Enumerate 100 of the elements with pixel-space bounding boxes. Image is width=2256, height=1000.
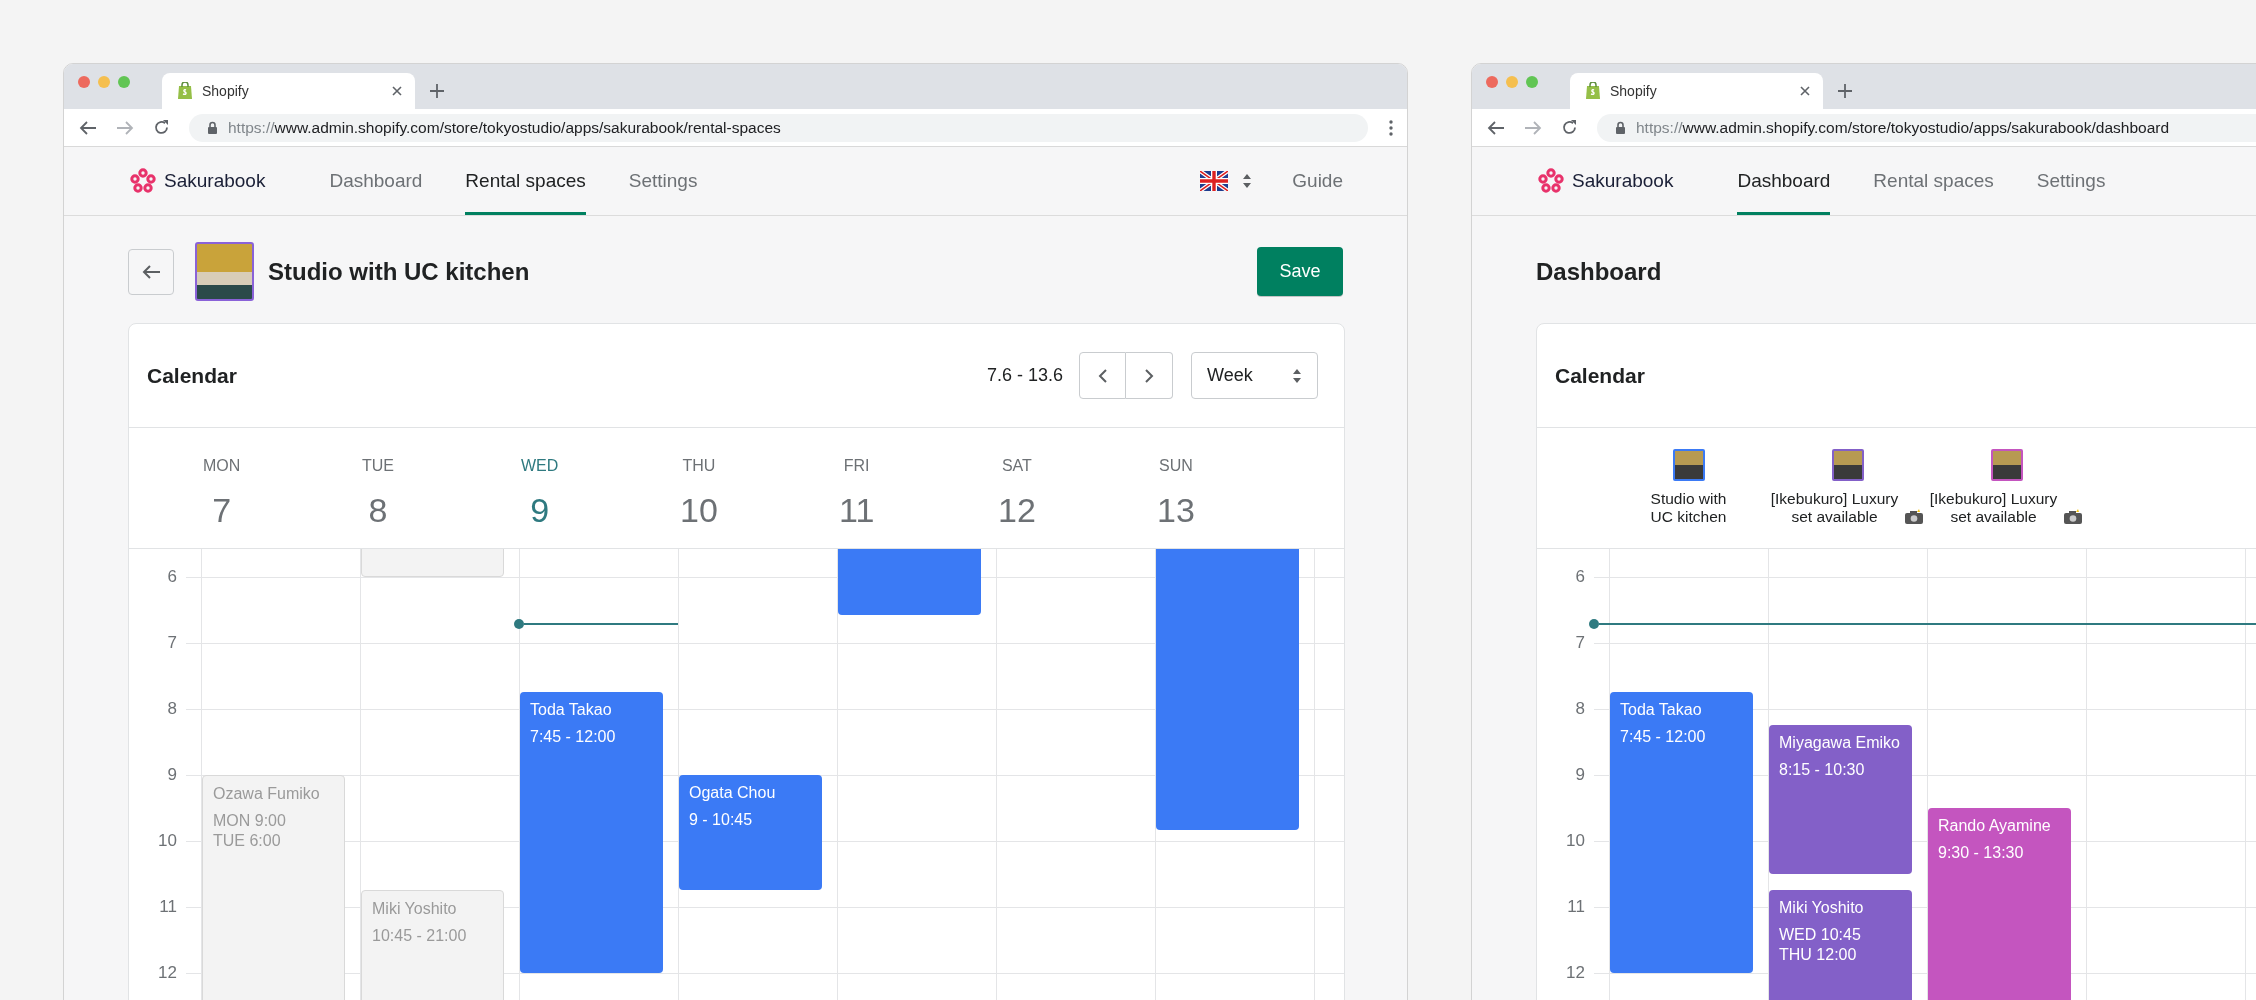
window-control[interactable] — [1526, 75, 1538, 88]
booking-time: WED 10:45 THU 12:00 — [1779, 925, 1862, 966]
back-arrow-icon[interactable] — [1487, 119, 1505, 136]
date-number[interactable]: 11 — [839, 490, 875, 530]
nav-tab[interactable]: Rental spaces — [1873, 147, 1994, 215]
nav-tab[interactable]: Settings — [2036, 147, 2106, 215]
photo-placeholder — [195, 242, 254, 301]
back-arrow-icon[interactable] — [79, 119, 97, 136]
hour-label: 10 — [157, 829, 177, 852]
reload-icon[interactable] — [153, 119, 170, 136]
booking-name: Rando Ayamine — [1938, 815, 2052, 836]
language-picker[interactable] — [1200, 171, 1253, 191]
booking-name: Miki Yoshito — [372, 899, 458, 920]
date-number[interactable]: 12 — [998, 490, 1036, 530]
booking-block[interactable]: Ozawa Fumiko MON 9:00 TUE 6:00 — [202, 774, 345, 1000]
booking-name: Toda Takao — [530, 700, 613, 721]
nav-tab[interactable]: Settings — [628, 147, 698, 215]
window-control[interactable] — [1486, 75, 1498, 88]
booking-block[interactable]: Rando Ayamine 9:30 - 13:30 — [1928, 807, 2071, 1000]
page-title: Studio with UC kitchen — [268, 257, 530, 287]
booking-time: 9 - 10:45 — [689, 809, 754, 830]
booking-block[interactable]: Toda Takao 7:45 - 12:00 — [520, 692, 663, 973]
forward-arrow-icon[interactable] — [1524, 119, 1542, 136]
booking-time: 9:30 - 13:30 — [1938, 842, 2025, 863]
date-number[interactable]: 9 — [530, 490, 550, 530]
hour-label: 6 — [166, 565, 177, 588]
guide-link[interactable]: Guide — [1292, 170, 1343, 192]
view-select[interactable]: Week — [1191, 352, 1318, 399]
save-button[interactable]: Save — [1257, 247, 1343, 296]
app-name: Sakurabook — [1572, 170, 1674, 192]
lock-icon — [1615, 120, 1626, 135]
booking-block[interactable]: Toda Takao 7:45 - 12:00 — [1610, 692, 1753, 973]
chevron-left-icon — [1097, 367, 1108, 384]
plus-icon[interactable] — [1837, 83, 1853, 99]
arrow-left-icon — [141, 263, 161, 280]
hour-label: 11 — [158, 895, 177, 918]
back-button[interactable] — [128, 248, 174, 295]
booking-time: 7:45 - 12:00 — [1620, 727, 1707, 748]
booking-block[interactable]: Miki Yoshito 10:45 - 21:00 — [361, 890, 504, 1000]
previous-button[interactable] — [1079, 352, 1126, 399]
browser-tab[interactable]: Shopify — [162, 73, 415, 109]
hour-label: 12 — [157, 961, 177, 984]
nav-tab[interactable]: Dashboard — [329, 147, 423, 215]
camera-icon — [1904, 509, 1925, 525]
app-name: Sakurabook — [164, 170, 266, 192]
hour-label: 9 — [166, 763, 177, 786]
booking-time: 8:15 - 10:30 — [1779, 760, 1866, 781]
address-bar[interactable]: https://www.admin.shopify.com/store/tokyostudio/apps/sakurabook/dashboard — [1597, 113, 2256, 142]
browser-tab[interactable]: Shopify — [1570, 73, 1823, 109]
shopping-bag-icon — [177, 82, 193, 100]
hour-label: 6 — [1574, 565, 1585, 588]
hour-label: 9 — [1574, 763, 1585, 786]
flower-icon — [130, 168, 156, 194]
hour-label: 11 — [1566, 895, 1585, 918]
date-number[interactable]: 13 — [1157, 490, 1195, 530]
flower-icon — [1538, 168, 1564, 194]
camera-icon — [2063, 509, 2084, 525]
booking-time: MON 9:00 TUE 6:00 — [213, 810, 287, 851]
hour-label: 10 — [1565, 829, 1585, 852]
weekday-label: FRI — [843, 456, 870, 476]
hour-label: 7 — [1574, 631, 1585, 654]
booking-name: Toda Takao — [1620, 700, 1703, 721]
window-control[interactable] — [118, 75, 130, 88]
weekday-label: TUE — [362, 456, 394, 476]
booking-block[interactable]: Miki Yoshito WED 10:45 THU 12:00 — [1769, 890, 1912, 1000]
booking-name: Ogata Chou — [689, 782, 777, 803]
window-control[interactable] — [1506, 75, 1518, 88]
sort-icon — [1292, 367, 1302, 384]
booking-block[interactable]: Miyagawa Emiko 8:15 - 10:30 — [1769, 725, 1912, 874]
booking-name: Miki Yoshito — [1779, 898, 1865, 919]
space-name: [Ikebukuro] Luxury set available — [1929, 490, 2058, 526]
booking-time: 7:45 - 12:00 — [530, 727, 617, 748]
calendar-title: Calendar — [147, 363, 238, 388]
space-name: Studio with UC kitchen — [1650, 490, 1727, 526]
date-number[interactable]: 8 — [368, 490, 388, 530]
close-icon[interactable] — [391, 85, 403, 97]
weekday-label: MON — [203, 456, 241, 476]
flag-icon — [1200, 171, 1229, 191]
hour-label: 7 — [166, 631, 177, 654]
date-number[interactable]: 7 — [212, 490, 232, 530]
nav-tab[interactable]: Dashboard — [1737, 147, 1831, 215]
close-icon[interactable] — [1799, 85, 1811, 97]
weekday-label: THU — [682, 456, 716, 476]
calendar-title: Calendar — [1555, 363, 1646, 388]
hour-label: 12 — [1565, 961, 1585, 984]
window-control[interactable] — [98, 75, 110, 88]
window-control[interactable] — [78, 75, 90, 88]
date-range: 7.6 - 13.6 — [986, 365, 1063, 386]
plus-icon[interactable] — [429, 83, 445, 99]
kebab-menu-icon[interactable] — [1389, 119, 1393, 136]
forward-arrow-icon[interactable] — [116, 119, 134, 136]
weekday-label: SAT — [1001, 456, 1032, 476]
date-number[interactable]: 10 — [680, 490, 718, 530]
booking-block[interactable]: Ogata Chou 9 - 10:45 — [679, 774, 822, 891]
page-title: Dashboard — [1536, 257, 1663, 287]
address-bar[interactable]: https://www.admin.shopify.com/store/tokyostudio/apps/sakurabook/rental-spaces — [189, 113, 1368, 142]
booking-time: 10:45 - 21:00 — [372, 926, 468, 947]
reload-icon[interactable] — [1561, 119, 1578, 136]
nav-tab[interactable]: Rental spaces — [465, 147, 586, 215]
next-button[interactable] — [1126, 352, 1173, 399]
